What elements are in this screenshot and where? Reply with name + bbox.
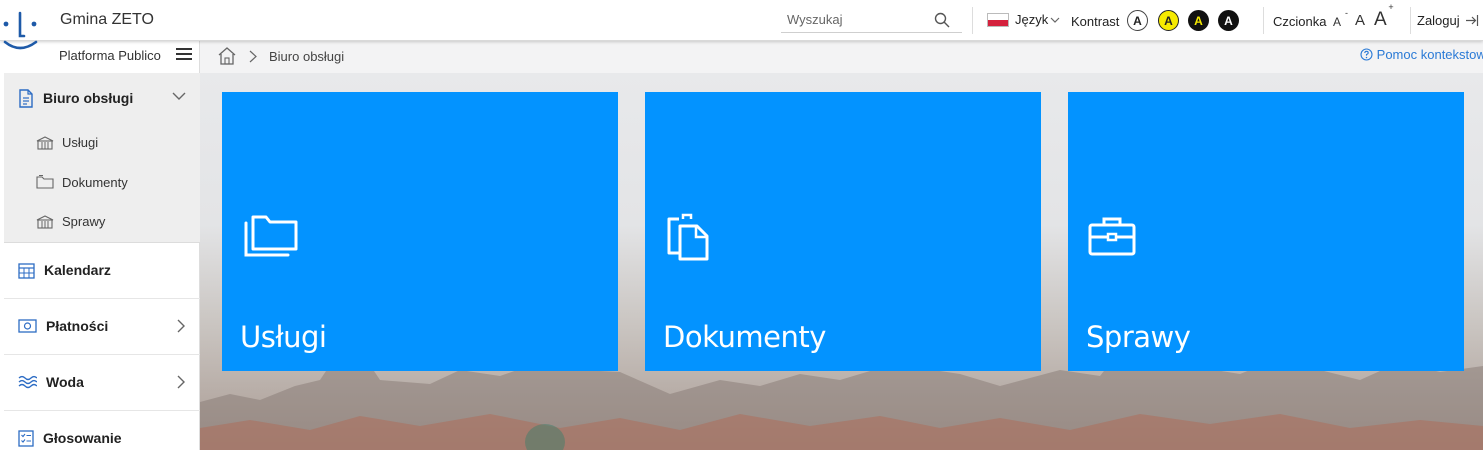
font-decrease-letter: A — [1333, 15, 1342, 29]
sidebar-item-label: Kalendarz — [44, 262, 111, 278]
main-content: Biuro obsługi Pomoc kontekstowa Usługi D… — [200, 41, 1483, 450]
tile-dokumenty[interactable]: Dokumenty — [645, 92, 1041, 371]
chevron-right-icon — [249, 50, 257, 63]
font-increase-letter: A — [1374, 9, 1387, 30]
sidebar-sublist: Usługi Dokumenty Sprawy — [4, 123, 200, 242]
sidebar-item-kalendarz[interactable]: Kalendarz — [4, 241, 200, 298]
sidebar-item-label: Woda — [46, 374, 84, 390]
sidebar-item-biuro-obslugi[interactable]: Biuro obsługi — [4, 73, 200, 123]
sidebar-subitem-label: Usługi — [62, 135, 99, 151]
calendar-icon — [18, 262, 35, 279]
breadcrumb-bar: Biuro obsługi Pomoc kontekstowa — [200, 41, 1483, 73]
sidebar-subitem-dokumenty[interactable]: Dokumenty — [4, 163, 200, 203]
help-label: Pomoc kontekstowa — [1376, 47, 1483, 62]
building-icon — [36, 136, 54, 150]
sidebar-item-woda[interactable]: Woda — [4, 353, 200, 410]
sidebar-item-platnosci[interactable]: Płatności — [4, 297, 200, 354]
sidebar-item-label: Płatności — [46, 318, 109, 334]
contextual-help-link[interactable]: Pomoc kontekstowa — [1360, 47, 1483, 62]
chevron-down-icon — [172, 91, 186, 101]
sidebar-item-label: Biuro obsługi — [43, 90, 134, 106]
header-divider — [1410, 7, 1411, 34]
hamburger-menu-icon[interactable] — [176, 47, 192, 61]
voting-icon — [18, 429, 34, 447]
sidebar-nav: Biuro obsługi Usługi Dokumenty Sprawy Ka… — [4, 73, 200, 450]
contrast-yellow-button[interactable]: A — [1158, 10, 1179, 31]
login-arrow-icon — [1465, 14, 1479, 27]
login-button[interactable]: Zaloguj — [1417, 13, 1479, 28]
sidebar-subitem-uslugi[interactable]: Usługi — [4, 123, 200, 163]
briefcase-icon — [1088, 216, 1136, 256]
chevron-right-icon — [176, 375, 186, 389]
font-increase-button[interactable]: A + — [1374, 2, 1394, 31]
sidebar: Platforma Publico Biuro obsługi Usługi D… — [0, 41, 200, 450]
contrast-label: Kontrast — [1071, 14, 1120, 29]
sidebar-subitem-sprawy[interactable]: Sprawy — [4, 202, 200, 242]
top-bar: Gmina ZETO Język Kontrast A A A A Czcion… — [0, 0, 1483, 50]
sidebar-subitem-label: Dokumenty — [62, 174, 128, 190]
contrast-black-yellow-button[interactable]: A — [1188, 10, 1209, 31]
font-size-label: Czcionka — [1273, 14, 1327, 29]
tile-label: Dokumenty — [663, 320, 826, 354]
folders-icon — [242, 213, 300, 259]
header-divider — [972, 7, 973, 34]
document-icon — [18, 88, 34, 108]
building-icon — [36, 215, 54, 229]
folder-icon — [36, 175, 54, 189]
font-increase-mark: + — [1388, 2, 1394, 12]
documents-icon — [665, 213, 715, 263]
sidebar-item-glosowanie[interactable]: Głosowanie — [4, 409, 200, 450]
contrast-black-white-button[interactable]: A — [1218, 10, 1239, 31]
search-input[interactable] — [787, 12, 927, 27]
tile-sprawy[interactable]: Sprawy — [1068, 92, 1464, 371]
language-selector[interactable]: Język — [987, 12, 1060, 27]
chevron-down-icon — [1050, 16, 1060, 24]
platform-label: Platforma Publico — [59, 48, 161, 63]
tile-label: Usługi — [240, 320, 327, 354]
login-label: Zaloguj — [1417, 13, 1460, 28]
water-icon — [18, 375, 37, 389]
tile-uslugi[interactable]: Usługi — [222, 92, 618, 371]
payment-icon — [18, 319, 37, 333]
breadcrumb-current: Biuro obsługi — [269, 48, 345, 64]
home-icon[interactable] — [217, 47, 237, 65]
sidebar-subitem-label: Sprawy — [62, 214, 106, 230]
sidebar-item-label: Głosowanie — [43, 430, 122, 446]
font-decrease-mark: - — [1345, 8, 1349, 18]
font-normal-button[interactable]: A — [1355, 12, 1365, 29]
contrast-normal-button[interactable]: A — [1127, 10, 1148, 31]
search-icon[interactable] — [934, 12, 950, 28]
search-box[interactable] — [781, 8, 962, 33]
poland-flag-icon — [987, 12, 1009, 27]
header-divider — [1263, 7, 1264, 34]
breadcrumb: Biuro obsługi — [217, 47, 344, 65]
chevron-right-icon — [176, 319, 186, 333]
logo-icon[interactable] — [0, 4, 44, 56]
app-title[interactable]: Gmina ZETO — [60, 11, 154, 29]
tile-label: Sprawy — [1086, 320, 1191, 354]
help-icon — [1360, 48, 1373, 61]
language-label: Język — [1015, 12, 1049, 27]
font-decrease-button[interactable]: A- — [1333, 8, 1348, 29]
